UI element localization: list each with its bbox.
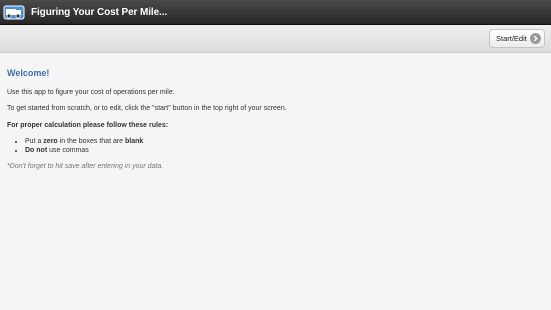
list-item: Do not use commas [25,146,143,155]
rule-emphasis: Do not [25,147,48,154]
rule-emphasis: zero [43,138,58,145]
rule-text: in the boxes that are [57,138,126,145]
start-edit-button[interactable]: Start/Edit [489,29,545,48]
welcome-heading: Welcome! [7,68,50,78]
instructions-text: To get started from scratch, or to edit,… [7,105,287,112]
app-title: Figuring Your Cost Per Mile... [31,6,168,18]
truck-icon [3,4,25,21]
rule-text: use commas [47,147,89,154]
intro-text: Use this app to figure your cost of oper… [7,89,175,96]
toolbar: Start/Edit [0,25,551,53]
rule-emphasis: blank [125,138,144,145]
chevron-right-circle-icon [530,33,541,44]
rules-heading: For proper calculation please follow the… [7,122,169,129]
save-note: *Don't forget to hit save after entering… [7,163,164,170]
main-content: Welcome! Use this app to figure your cos… [7,68,537,170]
list-item: Put a zero in the boxes that are blank [25,137,143,146]
rule-text: Put a [25,138,44,145]
start-edit-label: Start/Edit [496,34,527,43]
title-bar: Figuring Your Cost Per Mile... [0,0,551,25]
rules-list: Put a zero in the boxes that are blank D… [7,137,143,155]
